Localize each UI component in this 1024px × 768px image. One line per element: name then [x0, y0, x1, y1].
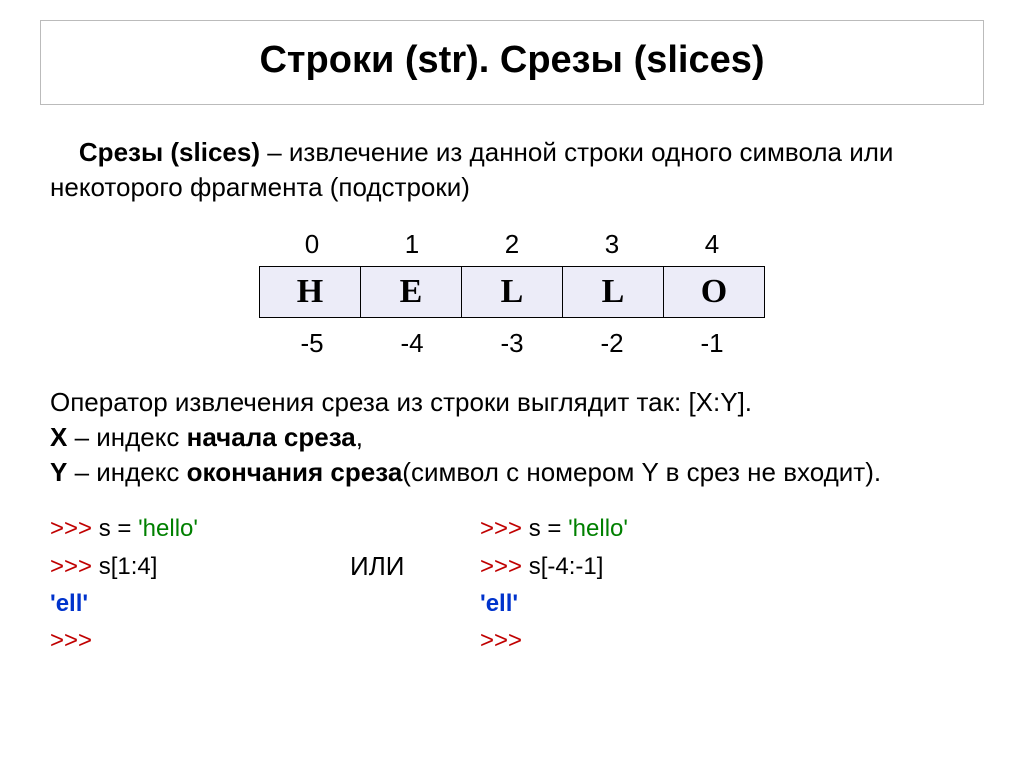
code-left: >>> s = 'hello' >>> s[1:4] 'ell' >>> — [50, 510, 350, 659]
page-title: Строки (str). Срезы (slices) — [41, 39, 983, 82]
code-text: s[1:4] — [99, 553, 158, 580]
negative-index-row: -5 -4 -3 -2 -1 — [40, 328, 984, 359]
index-pos-3: 3 — [562, 229, 662, 260]
index-pos-0: 0 — [262, 229, 362, 260]
index-neg-3: -2 — [562, 328, 662, 359]
letter-cell-2: L — [461, 266, 563, 318]
y-label: Y — [50, 457, 67, 487]
code-examples: >>> s = 'hello' >>> s[1:4] 'ell' >>> ИЛИ… — [50, 510, 974, 659]
code-right: >>> s = 'hello' >>> s[-4:-1] 'ell' >>> — [480, 510, 628, 659]
operator-line: Оператор извлечения среза из строки выгл… — [50, 387, 752, 417]
letter-cell-0: H — [259, 266, 361, 318]
x-desc-bold: начала среза — [187, 422, 356, 452]
index-pos-1: 1 — [362, 229, 462, 260]
index-neg-1: -4 — [362, 328, 462, 359]
y-desc-bold: окончания среза — [187, 457, 403, 487]
definition: Срезы (slices) – извлечение из данной ст… — [50, 135, 974, 205]
x-desc-post: , — [356, 422, 363, 452]
code-text: s[-4:-1] — [529, 553, 604, 580]
code-text: s = — [529, 515, 568, 542]
code-string: 'hello' — [568, 515, 628, 542]
code-prompt: >>> — [50, 515, 99, 542]
code-string: 'hello' — [138, 515, 198, 542]
index-pos-2: 2 — [462, 229, 562, 260]
code-prompt: >>> — [480, 553, 529, 580]
letter-cell-4: O — [663, 266, 765, 318]
y-desc-post: (символ с номером Y в срез не входит). — [402, 457, 881, 487]
x-desc-pre: – индекс — [67, 422, 186, 452]
y-desc-pre: – индекс — [67, 457, 186, 487]
letter-cell-1: E — [360, 266, 462, 318]
code-prompt: >>> — [480, 515, 529, 542]
code-text: s = — [99, 515, 138, 542]
code-prompt: >>> — [50, 553, 99, 580]
index-neg-2: -3 — [462, 328, 562, 359]
index-pos-4: 4 — [662, 229, 762, 260]
title-box: Строки (str). Срезы (slices) — [40, 20, 984, 105]
x-label: X — [50, 422, 67, 452]
index-neg-4: -1 — [662, 328, 762, 359]
definition-term: Срезы (slices) — [79, 137, 260, 167]
code-prompt: >>> — [50, 627, 92, 654]
code-result: 'ell' — [480, 590, 518, 617]
code-result: 'ell' — [50, 590, 88, 617]
operator-description: Оператор извлечения среза из строки выгл… — [50, 385, 974, 490]
letters-table: H E L L O — [40, 266, 984, 318]
positive-index-row: 0 1 2 3 4 — [40, 229, 984, 260]
index-neg-0: -5 — [262, 328, 362, 359]
or-label: ИЛИ — [350, 510, 480, 586]
letter-cell-3: L — [562, 266, 664, 318]
code-prompt: >>> — [480, 627, 522, 654]
